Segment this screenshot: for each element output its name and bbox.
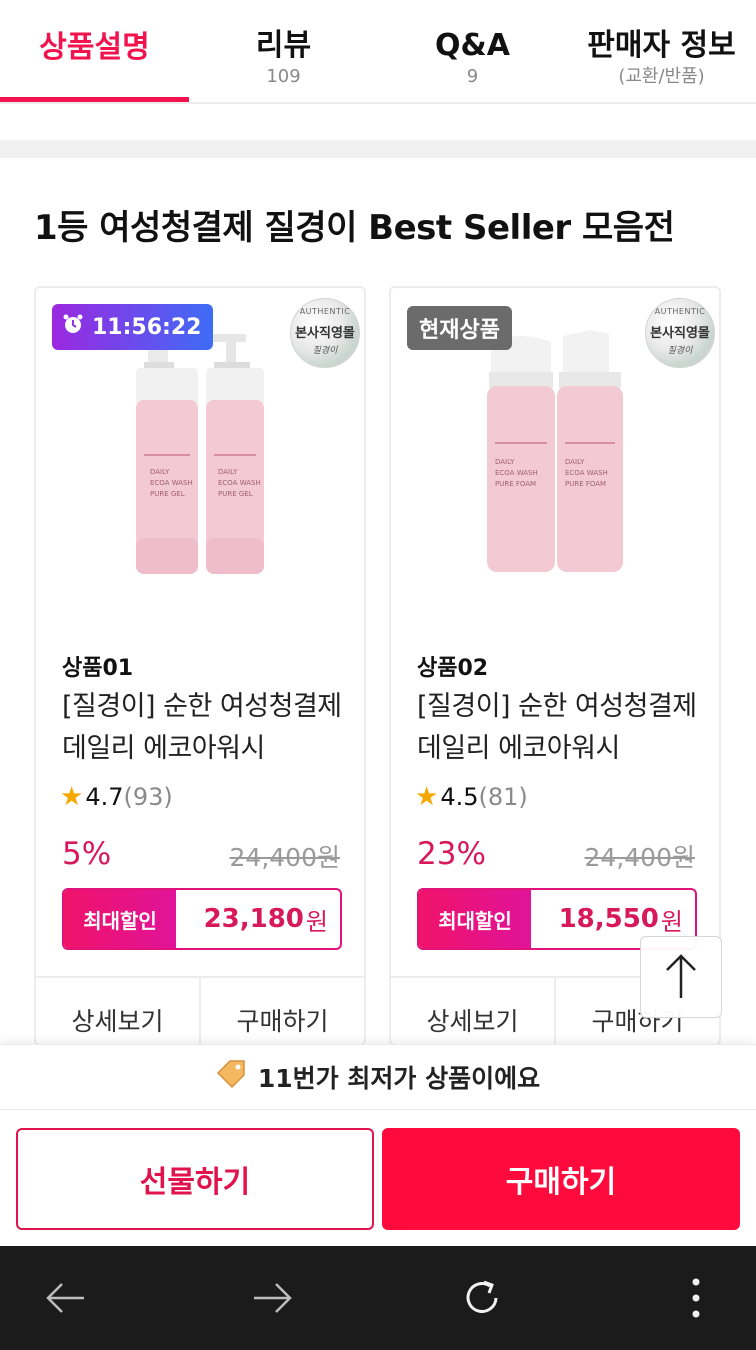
currency-unit: 원 <box>305 907 328 936</box>
product-name[interactable]: 상품01 <box>62 650 133 682</box>
card-actions: 상세보기 구매하기 <box>36 976 364 1044</box>
arrow-left-icon <box>46 1283 84 1313</box>
tab-seller-info-sub: (교환/반품) <box>618 66 705 87</box>
bottle-label-line2: ECOA WASH <box>150 479 193 487</box>
product-description[interactable]: [질경이] 순한 여성청결제 데일리 에코아워시 <box>62 686 352 770</box>
deal-timer-badge: 11:56:22 <box>52 304 214 350</box>
max-discount-label: 최대할인 <box>64 890 176 948</box>
product-tab-bar: 상품설명 리뷰 109 Q&A 9 판매자 정보 (교환/반품) <box>0 0 756 104</box>
svg-text:PURE GEL: PURE GEL <box>218 490 253 498</box>
svg-text:DAILY: DAILY <box>218 468 238 476</box>
max-discount-price-value: 18,550 <box>558 904 659 934</box>
seal-top-text: AUTHENTIC <box>654 307 706 316</box>
discount-rate: 23% <box>417 836 486 872</box>
rating-value: 4.5 <box>440 783 479 811</box>
arrow-right-icon <box>254 1283 292 1313</box>
gift-button[interactable]: 선물하기 <box>16 1128 374 1230</box>
original-price: 24,400원 <box>584 843 695 872</box>
product-rating: ★ 4.7 (93) <box>60 782 173 812</box>
currency-unit: 원 <box>660 907 683 936</box>
product-description[interactable]: [질경이] 순한 여성청결제 데일리 에코아워시 <box>417 686 707 770</box>
rating-value: 4.7 <box>85 783 124 811</box>
discount-rate: 5% <box>62 836 112 872</box>
bottle-label-line3: PURE GEL <box>150 490 185 498</box>
product-card[interactable]: DAILY ECOA WASH PURE GEL DAILY ECOA WASH… <box>34 286 366 1046</box>
svg-text:PURE FOAM: PURE FOAM <box>565 480 606 488</box>
max-discount-price: 23,180 원 <box>176 890 340 948</box>
product-rating: ★ 4.5 (81) <box>415 782 528 812</box>
tab-reviews[interactable]: 리뷰 109 <box>189 0 378 102</box>
purchase-button[interactable]: 구매하기 <box>382 1128 740 1230</box>
seal-top-text: AUTHENTIC <box>299 307 351 316</box>
active-tab-indicator <box>0 97 189 102</box>
product-image[interactable]: DAILY ECOA WASH PURE GEL DAILY ECOA WASH… <box>36 288 364 618</box>
review-count: (93) <box>123 783 173 811</box>
detail-button[interactable]: 상세보기 <box>391 978 554 1044</box>
buy-button[interactable]: 구매하기 <box>199 978 364 1044</box>
more-vertical-icon <box>692 1278 700 1318</box>
star-icon: ★ <box>60 782 84 812</box>
product-card[interactable]: DAILY ECOA WASH PURE FOAM DAILY ECOA WAS… <box>389 286 721 1046</box>
detail-button[interactable]: 상세보기 <box>36 978 199 1044</box>
arrow-up-icon <box>666 954 696 998</box>
lowest-price-text: 11번가 최저가 상품이에요 <box>257 1064 541 1093</box>
authentic-seal: AUTHENTIC 본사직영몰 질경이 <box>645 298 715 368</box>
section-divider <box>0 140 756 158</box>
tab-seller-info[interactable]: 판매자 정보 (교환/반품) <box>567 0 756 102</box>
tab-qna-count: 9 <box>466 66 479 87</box>
svg-text:PURE FOAM: PURE FOAM <box>495 480 536 488</box>
original-price: 24,400원 <box>229 843 340 872</box>
product-image[interactable]: DAILY ECOA WASH PURE FOAM DAILY ECOA WAS… <box>391 288 719 618</box>
star-icon: ★ <box>415 782 439 812</box>
bottom-action-bar: 선물하기 구매하기 <box>0 1110 756 1246</box>
tab-description[interactable]: 상품설명 <box>0 0 189 102</box>
review-count: (81) <box>478 783 528 811</box>
tab-qna-label: Q&A <box>435 28 510 63</box>
seal-brand-text: 질경이 <box>667 346 693 356</box>
alarm-clock-icon <box>62 313 84 341</box>
max-discount-box: 최대할인 23,180 원 <box>62 888 342 950</box>
svg-text:ECOA WASH: ECOA WASH <box>495 469 538 477</box>
deal-timer-text: 11:56:22 <box>92 314 202 340</box>
more-menu-button[interactable] <box>666 1268 726 1328</box>
product-name[interactable]: 상품02 <box>417 650 488 682</box>
current-product-badge: 현재상품 <box>407 306 512 350</box>
tab-qna[interactable]: Q&A 9 <box>378 0 567 102</box>
max-discount-label: 최대할인 <box>419 890 531 948</box>
section-title: 1등 여성청결제 질경이 Best Seller 모음전 <box>34 208 675 248</box>
scroll-top-button[interactable] <box>640 936 722 1018</box>
seal-brand-text: 질경이 <box>312 346 338 356</box>
price-tag-icon <box>216 1059 248 1096</box>
refresh-button[interactable] <box>452 1268 512 1328</box>
tab-reviews-label: 리뷰 <box>255 28 312 63</box>
tab-reviews-count: 109 <box>266 66 301 87</box>
lowest-price-banner: 11번가 최저가 상품이에요 <box>0 1044 756 1110</box>
refresh-icon <box>466 1280 498 1313</box>
browser-nav-bar <box>0 1246 756 1350</box>
authentic-seal: AUTHENTIC 본사직영몰 질경이 <box>290 298 360 368</box>
bottle-label-line1: DAILY <box>150 468 170 476</box>
seal-main-text: 본사직영몰 <box>295 326 355 341</box>
svg-text:DAILY: DAILY <box>565 458 585 466</box>
svg-text:DAILY: DAILY <box>495 458 515 466</box>
forward-button[interactable] <box>242 1268 302 1328</box>
svg-text:ECOA WASH: ECOA WASH <box>565 469 608 477</box>
tab-description-label: 상품설명 <box>39 30 150 65</box>
tab-seller-info-label: 판매자 정보 <box>587 28 736 63</box>
svg-text:ECOA WASH: ECOA WASH <box>218 479 261 487</box>
back-button[interactable] <box>36 1268 96 1328</box>
max-discount-price-value: 23,180 <box>203 904 304 934</box>
seal-main-text: 본사직영몰 <box>650 326 710 341</box>
